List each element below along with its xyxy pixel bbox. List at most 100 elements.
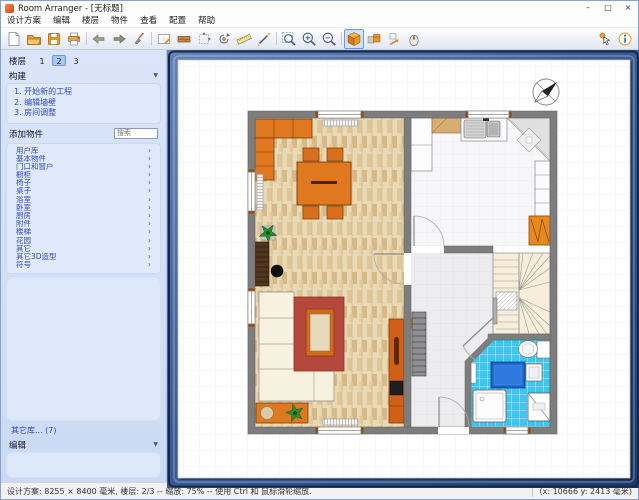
draw-pen-button[interactable] [254,29,274,49]
zoom-selection-icon [281,31,297,47]
toolbar-separator [341,32,342,45]
build-section-header[interactable]: 构建 ▼ [1,68,166,82]
measure-button[interactable] [234,29,254,49]
floor-tab[interactable]: 2 [52,55,66,66]
category-item[interactable]: 用户库 › [7,147,160,155]
open-button[interactable] [24,29,44,49]
category-item[interactable]: 楼梯 › [7,228,160,236]
new-document-button[interactable] [4,29,24,49]
rotate-button[interactable] [214,29,234,49]
collapse-arrow-icon[interactable]: ▼ [153,72,158,79]
view-3d-button[interactable] [344,29,364,49]
category-item[interactable]: 门口和窗户 › [7,163,160,171]
search-input[interactable] [114,128,158,139]
build-step-link[interactable]: 1. 开始新的工程 [14,87,153,98]
floor-tab[interactable]: 1 [35,55,49,66]
bathtub[interactable] [491,362,525,388]
category-item[interactable]: 浴室 › [7,196,160,204]
menu-item[interactable]: 楼层 [76,15,105,27]
about-info-button[interactable] [615,29,635,49]
category-label: 门口和窗户 [16,163,148,171]
wardrobe[interactable] [529,216,550,245]
save-floppy-icon [46,31,62,47]
new-document-icon [6,31,22,47]
tv-cabinet[interactable] [389,319,404,423]
move-points-button[interactable] [194,29,214,49]
maximize-button[interactable]: □ [598,1,618,15]
print-button[interactable] [64,29,84,49]
more-libraries-link[interactable]: 其它库... (7) [1,423,166,437]
bathroom-radiator[interactable] [471,363,476,383]
hall-radiator[interactable] [412,312,426,376]
category-label: 基本物件 [16,155,148,163]
undo-button[interactable] [89,29,109,49]
zoom-out-button[interactable] [319,29,339,49]
category-item[interactable]: 其它 › [7,245,160,253]
rotate-icon [216,31,232,47]
side-table[interactable] [256,402,308,426]
category-item[interactable]: 附件 › [7,220,160,228]
category-item[interactable]: 基本物件 › [7,155,160,163]
category-label: 其它3D造型 [16,253,148,261]
menu-item[interactable]: 配置 [163,15,192,27]
bookshelf[interactable] [255,242,269,286]
zoom-in-button[interactable] [299,29,319,49]
menu-item[interactable]: 设计方案 [1,15,47,27]
category-item[interactable]: 其它3D造型 › [7,253,160,261]
build-steps-panel: 1. 开始新的工程2. 编辑墙壁3. 房间调整 [6,83,161,124]
kitchen-sink[interactable] [464,118,500,138]
menu-item[interactable]: 查看 [134,15,163,27]
view-objects-button[interactable] [364,29,384,49]
category-item[interactable]: 橱柜 › [7,171,160,179]
menu-bar: 设计方案编辑楼层物件查看配置帮助 [1,15,638,28]
category-item[interactable]: 桌子 › [7,187,160,195]
collapse-arrow-icon[interactable]: ▼ [153,441,158,448]
floor-tab[interactable]: 3 [69,55,83,66]
room-bathroom[interactable] [471,340,550,427]
build-step-link[interactable]: 2. 编辑墙壁 [14,98,153,109]
category-item[interactable]: 花园 › [7,237,160,245]
format-brush-button[interactable] [129,29,149,49]
zoom-out-icon [321,31,337,47]
washing-machine[interactable] [528,393,550,421]
floor-lamp[interactable] [271,265,284,278]
build-step-link[interactable]: 3. 房间调整 [14,108,153,119]
floor-plan-svg[interactable] [167,50,639,488]
edit-section-header[interactable]: 编辑 ▼ [1,437,166,451]
staircase[interactable] [493,253,550,334]
edit-room-button[interactable] [154,29,174,49]
zoom-selection-button[interactable] [279,29,299,49]
window-left-lower [248,288,255,327]
menu-item[interactable]: 编辑 [47,15,76,27]
fridge-cabinet[interactable] [411,118,432,171]
mouse-settings-button[interactable] [404,29,424,49]
category-item[interactable]: 卧室 › [7,204,160,212]
window-top-living [315,111,364,118]
save-button[interactable] [44,29,64,49]
menu-item[interactable]: 帮助 [192,15,221,27]
redo-button[interactable] [109,29,129,49]
compass-icon[interactable] [533,79,559,105]
category-label: 卧室 [16,204,148,212]
coffee-table[interactable] [306,309,334,356]
toilet[interactable] [519,341,551,359]
minimize-button[interactable]: – [578,1,598,15]
category-item[interactable]: 椅子 › [7,179,160,187]
canvas[interactable] [167,50,638,482]
close-button[interactable]: × [618,1,638,15]
menu-item[interactable]: 物件 [105,15,134,27]
sidebar: 楼层 123 构建 ▼ 1. 开始新的工程2. 编辑墙壁3. 房间调整 添加物件… [1,50,167,482]
washbasin[interactable] [526,364,542,381]
floors-row: 楼层 123 [1,53,166,68]
category-item[interactable]: 符号 › [7,261,160,269]
walkthrough-button[interactable] [384,29,404,49]
redo-icon [111,31,127,47]
empty-panel [6,277,161,421]
pointer-tool-button[interactable] [595,29,615,49]
add-objects-header: 添加物件 [1,125,166,142]
objects-icon [366,31,382,47]
add-wall-button[interactable] [174,29,194,49]
category-item[interactable]: 厨房 › [7,212,160,220]
shower[interactable] [473,390,506,422]
wall-cabinets[interactable] [535,161,550,216]
